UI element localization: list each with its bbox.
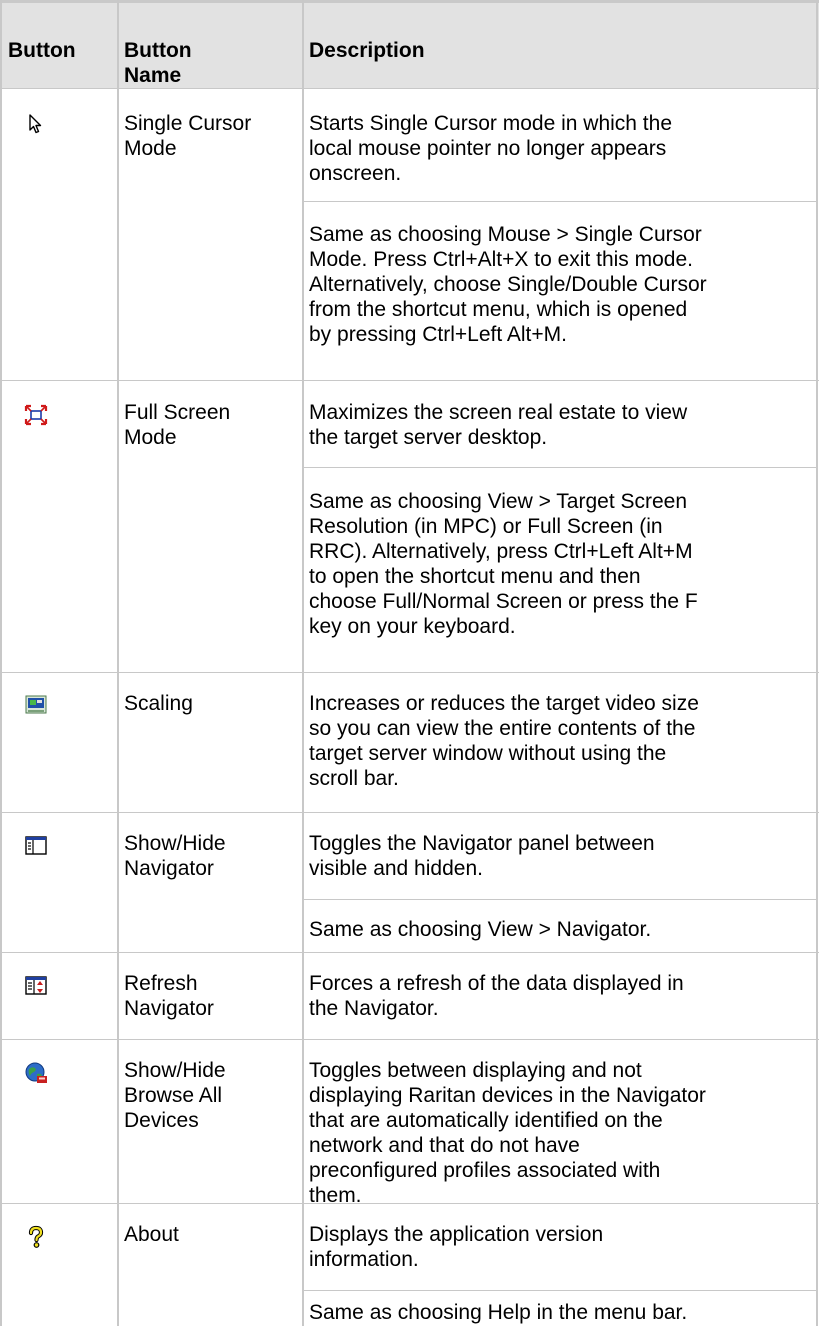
button-reference-table: Button Button Name Description Single Cu… — [0, 0, 819, 1326]
row-name: Full Screen Mode — [124, 401, 231, 449]
header-button: Button — [8, 39, 76, 62]
row-description: Toggles the Navigator panel between visib… — [309, 832, 655, 880]
row-description-note: Same as choosing View > Navigator. — [309, 918, 652, 941]
row-description-note: Same as choosing View > Target Screen Res… — [309, 490, 698, 638]
row-description: Starts Single Cursor mode in which the lo… — [309, 112, 672, 185]
row-description: Toggles between displaying and not displa… — [309, 1059, 706, 1207]
row-name: Show/Hide Navigator — [124, 832, 226, 880]
row-description: Increases or reduces the target video si… — [309, 692, 699, 790]
row-description: Displays the application version informat… — [309, 1223, 604, 1271]
column-divider — [0, 0, 2, 1326]
browse-devices-globe-icon — [24, 1061, 48, 1085]
row-divider — [0, 1039, 819, 1040]
column-divider — [816, 0, 818, 1326]
table-top-border — [0, 0, 819, 3]
refresh-navigator-icon — [24, 974, 48, 998]
row-name: About — [124, 1223, 179, 1246]
row-divider — [0, 812, 819, 813]
row-divider — [0, 952, 819, 953]
row-divider — [0, 88, 819, 89]
full-screen-icon — [24, 403, 48, 427]
row-name: Scaling — [124, 692, 193, 715]
subrow-divider — [302, 899, 818, 900]
row-name: Single Cursor Mode — [124, 112, 252, 160]
column-divider — [117, 0, 119, 1326]
row-divider — [0, 672, 819, 673]
row-description: Maximizes the screen real estate to view… — [309, 401, 688, 449]
row-description: Forces a refresh of the data displayed i… — [309, 972, 684, 1020]
subrow-divider — [302, 201, 818, 202]
header-description: Description — [309, 39, 425, 62]
row-description-note: Same as choosing Help in the menu bar. — [309, 1301, 688, 1324]
navigator-panel-icon — [24, 834, 48, 858]
header-button-name-line1: Button — [124, 39, 192, 62]
about-question-icon — [24, 1225, 48, 1249]
row-name: Show/Hide Browse All Devices — [124, 1059, 226, 1132]
single-cursor-icon — [24, 113, 48, 137]
subrow-divider — [302, 467, 818, 468]
row-description-note: Same as choosing Mouse > Single Cursor Mo… — [309, 223, 707, 346]
column-divider — [302, 0, 304, 1326]
scaling-icon — [24, 693, 48, 717]
subrow-divider — [302, 1290, 818, 1291]
row-name: Refresh Navigator — [124, 972, 214, 1020]
header-button-name-line2: Name — [124, 64, 182, 87]
row-divider — [0, 380, 819, 381]
